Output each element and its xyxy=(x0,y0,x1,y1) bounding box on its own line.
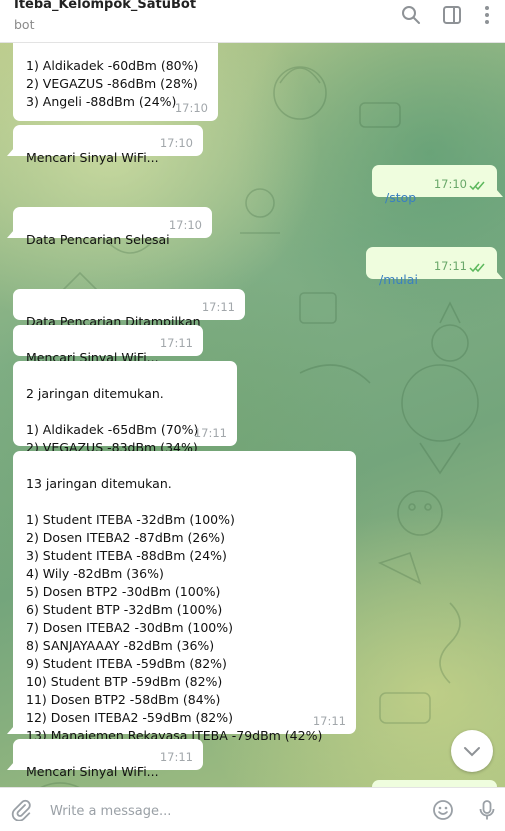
message-bubble-outgoing[interactable]: /stop 17:10 xyxy=(372,165,503,205)
message-input[interactable] xyxy=(48,800,412,822)
message-bubble-outgoing-partial xyxy=(372,780,497,787)
message-text: /mulai xyxy=(379,272,418,287)
message-bubble[interactable]: Data Pencarian Ditampilkan 17:11 xyxy=(13,289,245,329)
emoji-icon[interactable] xyxy=(432,799,454,821)
search-icon[interactable] xyxy=(401,5,421,25)
message-text: Mencari Sinyal WiFi... xyxy=(26,764,159,779)
message-text: Mencari Sinyal WiFi... xyxy=(26,150,159,165)
message-time: 17:10 xyxy=(433,177,467,191)
message-text: Data Pencarian Selesai xyxy=(26,232,170,247)
message-bubble[interactable]: 2 jaringan ditemukan. 1) Aldikadek -65dB… xyxy=(13,361,237,455)
chevron-down-icon xyxy=(464,747,480,757)
message-bubble[interactable]: Mencari Sinyal WiFi... 17:11 xyxy=(13,325,203,365)
message-time: 17:11 xyxy=(201,300,235,314)
attach-icon[interactable] xyxy=(10,799,32,821)
message-composer xyxy=(0,787,505,831)
more-vertical-icon[interactable] xyxy=(477,5,497,25)
read-check-icon xyxy=(469,263,485,273)
scroll-down-button[interactable] xyxy=(451,730,493,772)
message-bubble[interactable]: Mencari Sinyal WiFi... 17:10 xyxy=(7,125,203,165)
microphone-icon[interactable] xyxy=(476,799,498,821)
message-text: 2 jaringan ditemukan. 1) Aldikadek -65dB… xyxy=(26,386,199,455)
message-time: 17:11 xyxy=(193,426,227,440)
message-time: 17:10 xyxy=(174,101,208,115)
message-time: 17:10 xyxy=(168,218,202,232)
chat-header: Iteba_Kelompok_SatuBot bot xyxy=(0,0,505,43)
message-bubble-outgoing[interactable]: /mulai 17:11 xyxy=(366,247,503,287)
message-time: 17:10 xyxy=(159,136,193,150)
chat-title[interactable]: Iteba_Kelompok_SatuBot xyxy=(14,0,196,12)
message-time: 17:11 xyxy=(159,750,193,764)
chat-history[interactable]: 1) Aldikadek -60dBm (80%) 2) VEGAZUS -86… xyxy=(0,43,505,787)
message-text: 1) Aldikadek -60dBm (80%) 2) VEGAZUS -86… xyxy=(26,58,199,109)
sidebar-toggle-icon[interactable] xyxy=(442,5,462,25)
message-text: /stop xyxy=(385,190,417,205)
message-bubble[interactable]: Mencari Sinyal WiFi... 17:11 xyxy=(7,739,203,779)
message-time: 17:11 xyxy=(433,259,467,273)
message-text: 13 jaringan ditemukan. 1) Student ITEBA … xyxy=(26,476,323,743)
message-bubble[interactable]: 1) Aldikadek -60dBm (80%) 2) VEGAZUS -86… xyxy=(13,43,218,121)
message-bubble[interactable]: Data Pencarian Selesai 17:10 xyxy=(7,207,212,247)
message-time: 17:11 xyxy=(312,714,346,728)
message-bubble[interactable]: 13 jaringan ditemukan. 1) Student ITEBA … xyxy=(7,451,356,743)
read-check-icon xyxy=(469,181,485,191)
message-time: 17:11 xyxy=(159,336,193,350)
chat-subtitle: bot xyxy=(14,17,35,32)
